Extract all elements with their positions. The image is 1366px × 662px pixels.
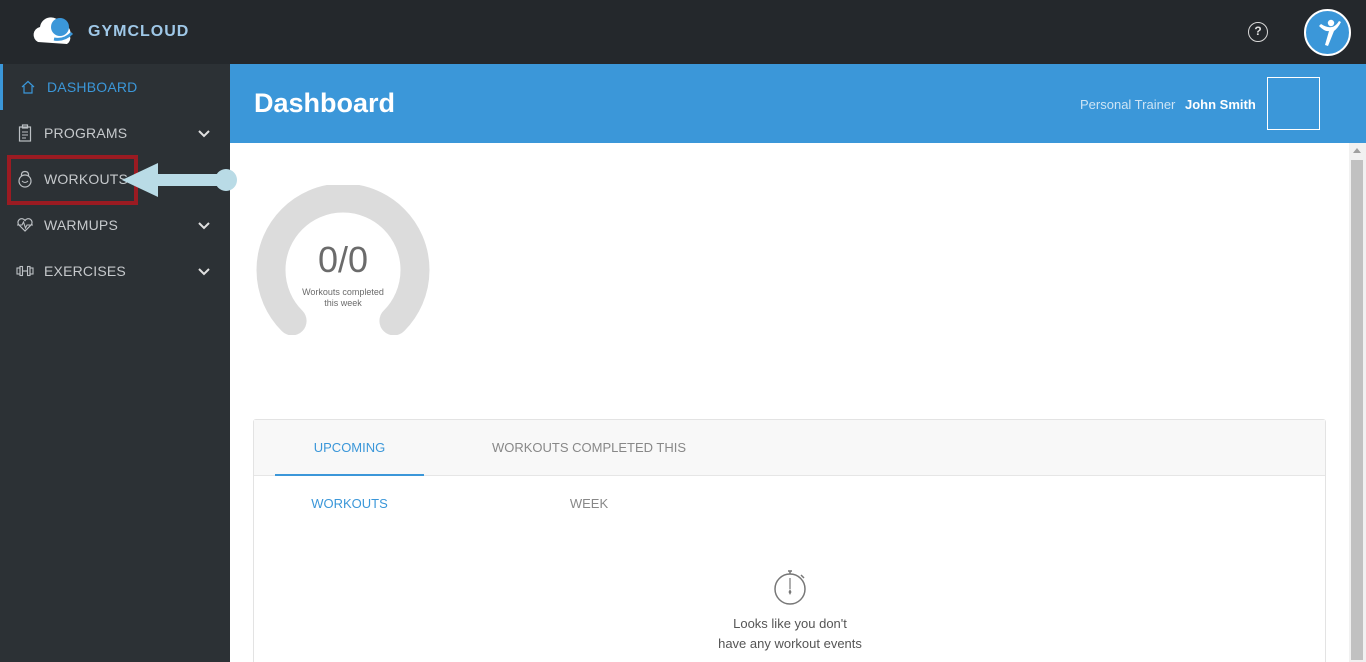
sidebar-item-dashboard[interactable]: DASHBOARD bbox=[0, 64, 230, 110]
gauge-caption: Workouts completed this week bbox=[302, 287, 384, 308]
runner-icon bbox=[1318, 19, 1341, 46]
sidebar: DASHBOARD PROGRAMS WORKOUTS WARMUPS EXER… bbox=[0, 64, 230, 662]
stopwatch-icon bbox=[774, 570, 806, 605]
page-header: Dashboard Personal Trainer John Smith bbox=[230, 64, 1366, 143]
heartbeat-icon bbox=[16, 216, 34, 234]
page-title: Dashboard bbox=[254, 88, 396, 118]
logo-text: GYMCLOUD bbox=[88, 23, 190, 40]
sidebar-item-label: WORKOUTS bbox=[44, 171, 129, 187]
sidebar-item-warmups[interactable]: WARMUPS bbox=[0, 202, 230, 248]
dumbbell-icon bbox=[16, 262, 34, 280]
cloud-logo-icon bbox=[33, 17, 74, 44]
scroll-up-arrow-icon[interactable] bbox=[1353, 148, 1361, 153]
help-button[interactable]: ? bbox=[1248, 22, 1268, 42]
empty-state-line-1: Looks like you don't bbox=[733, 616, 847, 631]
top-bar: GYMCLOUD ? bbox=[0, 0, 1366, 64]
gauge-value: 0/0 bbox=[317, 239, 369, 280]
profile-photo-box[interactable] bbox=[1267, 77, 1320, 130]
scrollbar[interactable] bbox=[1349, 143, 1366, 662]
gymcloud-logo[interactable]: GYMCLOUD bbox=[30, 12, 210, 52]
chevron-down-icon[interactable] bbox=[197, 264, 211, 278]
home-icon bbox=[19, 78, 37, 96]
kettlebell-icon bbox=[16, 170, 34, 188]
sidebar-item-label: PROGRAMS bbox=[44, 125, 128, 141]
chevron-down-icon[interactable] bbox=[197, 218, 211, 232]
user-avatar[interactable] bbox=[1304, 9, 1351, 56]
empty-state-message: Looks like you don't have any workout ev… bbox=[654, 614, 926, 654]
user-name[interactable]: John Smith bbox=[1185, 97, 1256, 112]
user-role: Personal Trainer bbox=[1080, 97, 1176, 112]
sidebar-item-programs[interactable]: PROGRAMS bbox=[0, 110, 230, 156]
empty-state-line-2: have any workout events bbox=[718, 636, 862, 651]
sidebar-item-workouts[interactable]: WORKOUTS bbox=[0, 156, 230, 202]
sidebar-item-label: WARMUPS bbox=[44, 217, 118, 233]
sidebar-item-label: DASHBOARD bbox=[47, 79, 138, 95]
clipboard-icon bbox=[16, 124, 34, 142]
tab-upcoming-workouts[interactable]: UPCOMING WORKOUTS bbox=[275, 420, 424, 511]
tab-workouts-completed[interactable]: WORKOUTS COMPLETED THIS WEEK bbox=[478, 420, 700, 511]
tab-strip: UPCOMING WORKOUTS WORKOUTS COMPLETED THI… bbox=[254, 420, 1325, 511]
workouts-tabs-panel: UPCOMING WORKOUTS WORKOUTS COMPLETED THI… bbox=[253, 419, 1326, 662]
scroll-thumb[interactable] bbox=[1351, 160, 1363, 660]
sidebar-item-exercises[interactable]: EXERCISES bbox=[0, 248, 230, 294]
chevron-down-icon[interactable] bbox=[197, 126, 211, 140]
sidebar-item-label: EXERCISES bbox=[44, 263, 126, 279]
